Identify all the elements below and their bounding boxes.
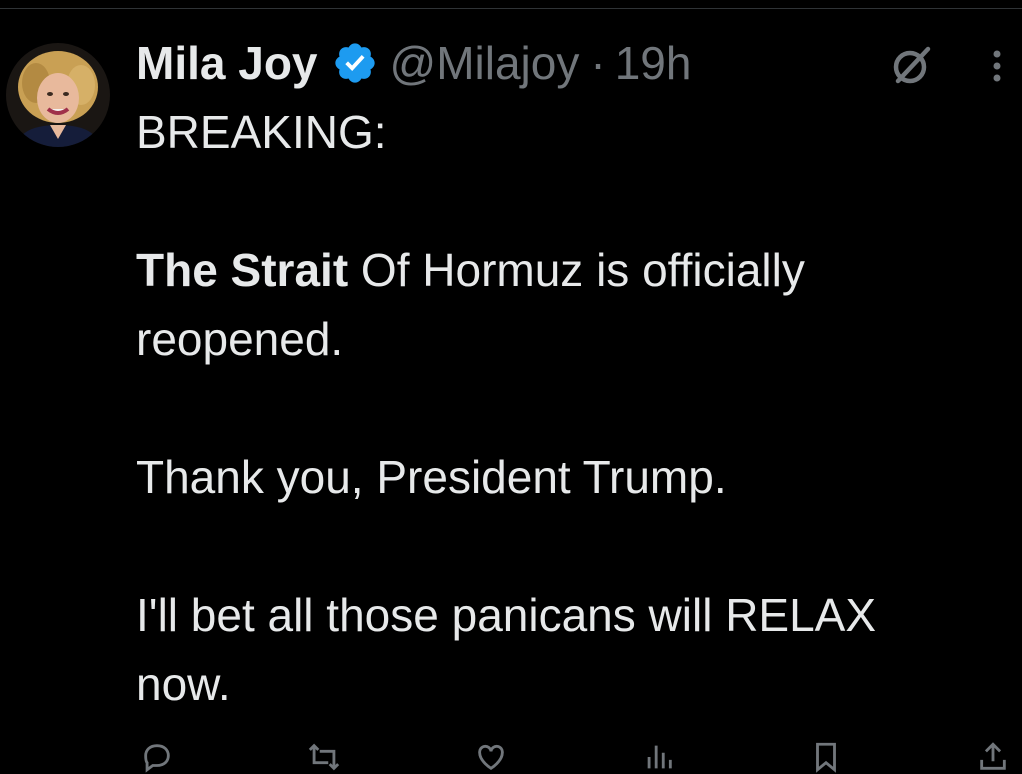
views-button[interactable] (642, 742, 676, 772)
tweet-line-reopened: reopened. (136, 313, 344, 365)
tweet-action-bar (140, 742, 1010, 773)
share-button[interactable] (976, 742, 1010, 772)
tweet-header: Mila Joy @Milajoy · 19h (136, 35, 691, 91)
avatar-photo-icon (6, 43, 110, 147)
tweet-line-now: now. (136, 658, 231, 710)
verified-badge-icon[interactable] (332, 40, 378, 86)
like-button[interactable] (474, 742, 508, 772)
tweet-line-strait: The Strait Of Hormuz is officially (136, 236, 1016, 305)
bookmark-icon (815, 742, 836, 773)
avatar[interactable] (6, 43, 110, 147)
user-handle[interactable]: @Milajoy (390, 35, 580, 91)
tweet-line-breaking: BREAKING: (136, 106, 387, 158)
retweet-icon (309, 743, 340, 771)
top-divider (0, 0, 1022, 9)
share-icon (980, 742, 1006, 770)
tweet-line-thanks: Thank you, President Trump. (136, 451, 727, 503)
more-icon[interactable] (986, 46, 1008, 86)
reply-button[interactable] (140, 742, 174, 773)
tweet-timestamp[interactable]: 19h (615, 35, 692, 91)
retweet-button[interactable] (307, 742, 341, 772)
header-separator: · (590, 37, 606, 89)
grok-icon[interactable] (888, 43, 934, 89)
tweet-text: BREAKING: The Strait Of Hormuz is offici… (136, 98, 1016, 719)
tweet-bold-text: The Strait (136, 244, 349, 296)
tweet-line-strait-rest: Of Hormuz is officially (348, 244, 805, 296)
views-icon (647, 745, 672, 769)
reply-icon (144, 744, 170, 773)
like-icon (478, 744, 505, 771)
tweet-line-panicans: I'll bet all those panicans will RELAX (136, 589, 877, 641)
bookmark-button[interactable] (809, 742, 843, 773)
display-name[interactable]: Mila Joy (136, 35, 318, 91)
